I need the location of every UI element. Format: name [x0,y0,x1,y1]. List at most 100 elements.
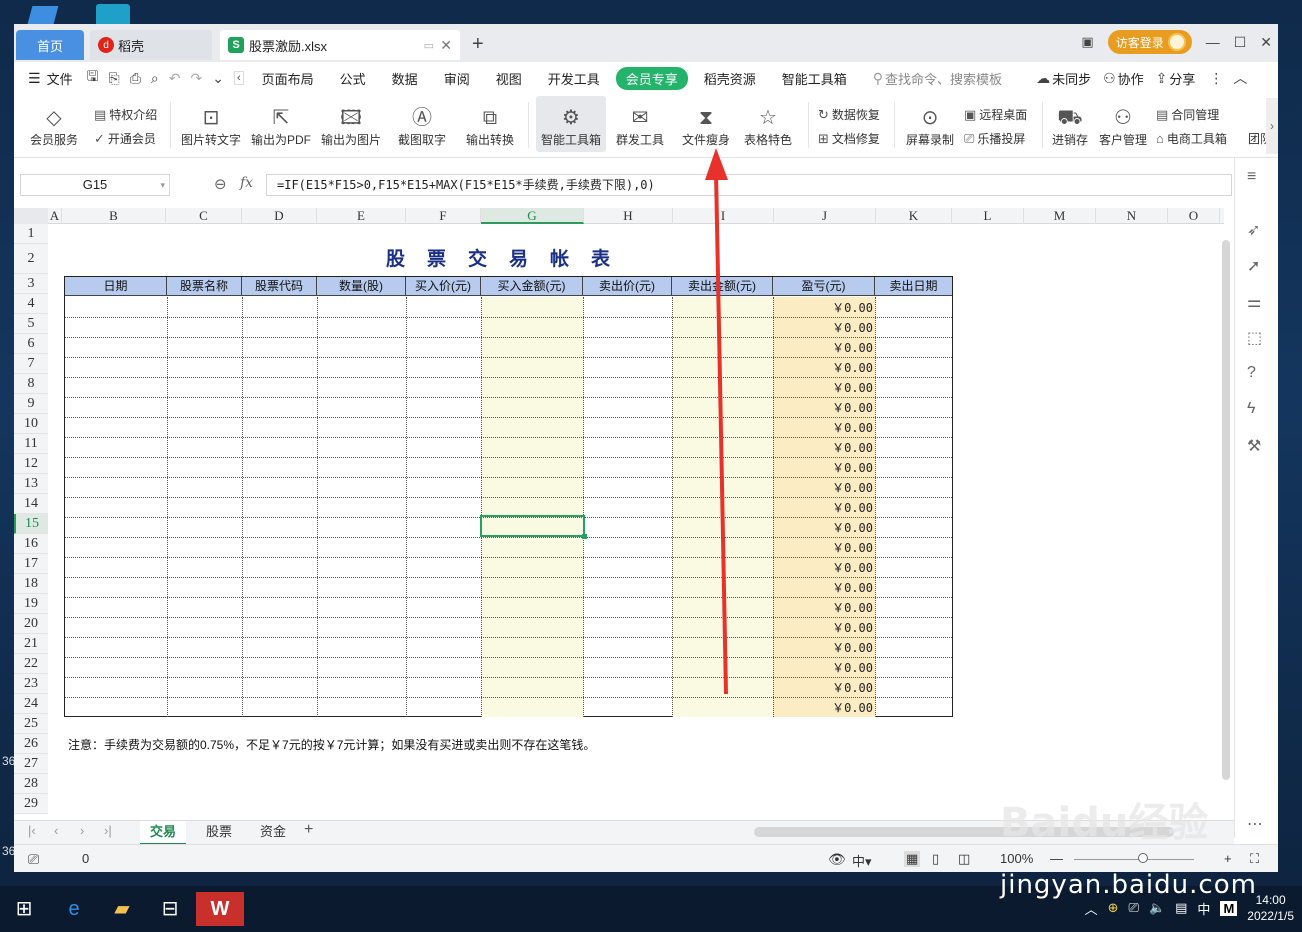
row-label[interactable]: 27 [14,754,48,774]
pnl-cell[interactable]: ￥0.00 [775,599,875,616]
group-send-button[interactable]: ✉ 群发工具 [610,96,670,152]
row-label[interactable]: 26 [14,734,48,754]
desktop-icon-1[interactable] [27,6,59,24]
row-label[interactable]: 8 [14,374,48,394]
ribbon-scroll-right-icon[interactable]: › [1266,98,1278,154]
inventory-button[interactable]: ⛟ 进销存 [1048,96,1092,152]
prev-sheet-icon[interactable]: ‹ [54,823,58,838]
rocket-icon[interactable]: ➶ [1247,220,1260,240]
name-box[interactable]: G15 ▾ [20,174,170,196]
selected-cell[interactable] [480,515,587,539]
select-all-corner[interactable] [14,208,48,224]
edge-icon[interactable]: e [54,892,94,926]
cn-icon[interactable]: 中▾ [852,851,872,870]
ime-mode-icon[interactable]: M [1220,900,1238,916]
redo-icon[interactable]: ↷ [191,70,203,87]
row-label[interactable]: 11 [14,434,48,454]
dropdown-icon[interactable]: ⌄ [212,70,224,87]
store-icon[interactable]: ⊟ [150,892,190,926]
row-label[interactable]: 28 [14,774,48,794]
menu-review[interactable]: 审阅 [444,69,470,88]
pnl-cell[interactable]: ￥0.00 [775,639,875,656]
ime-label[interactable]: 中 [1197,899,1210,918]
zoom-slider[interactable] [1074,859,1194,860]
vertical-scrollbar[interactable] [1220,220,1232,820]
row-label[interactable]: 25 [14,714,48,734]
sync-status[interactable]: 未同步 [1052,69,1091,88]
member-service-button[interactable]: ◇ 会员服务 [24,96,84,152]
pnl-cell[interactable]: ￥0.00 [775,619,875,636]
pnl-cell[interactable]: ￥0.00 [775,499,875,516]
row-label[interactable]: 4 [14,294,48,314]
zoom-level[interactable]: 100% [1000,851,1033,866]
command-search-input[interactable]: 查找命令、搜索模板 [885,69,1002,88]
column-label[interactable]: C [166,208,242,224]
doc-repair-button[interactable]: ⊞ 文档修复 [818,130,880,147]
pnl-cell[interactable]: ￥0.00 [775,699,875,716]
lightning-icon[interactable]: ϟ [1247,400,1255,418]
column-label[interactable]: N [1096,208,1168,224]
column-label[interactable]: F [406,208,481,224]
pnl-cell[interactable]: ￥0.00 [775,479,875,496]
pnl-cell[interactable]: ￥0.00 [775,659,875,676]
new-tab-icon[interactable]: + [472,33,484,56]
row-label[interactable]: 5 [14,314,48,334]
collapse-ribbon-icon[interactable]: ︿ [1233,68,1247,88]
normal-view-icon[interactable]: ▦ [904,851,921,867]
layout-icon[interactable]: ▣ [1081,34,1093,50]
pnl-cell[interactable]: ￥0.00 [775,679,875,696]
column-label[interactable]: L [952,208,1024,224]
fullscreen-icon[interactable]: ⛶ [1250,851,1259,867]
tray-up-icon[interactable]: ︿ [1085,899,1098,918]
close-window-icon[interactable]: ✕ [1260,34,1272,51]
column-label[interactable]: I [673,208,774,224]
column-label[interactable]: G [481,208,584,224]
to-pdf-button[interactable]: ⇱ 输出为PDF [250,96,312,152]
row-label[interactable]: 2 [14,244,48,274]
formula-input[interactable]: =IF(E15*F15>0,F15*E15+MAX(F15*E15*手续费,手续… [266,174,1232,196]
row-label[interactable]: 24 [14,694,48,714]
volume-icon[interactable]: 🔈 [1149,900,1165,916]
row-label[interactable]: 23 [14,674,48,694]
desktop-icon-2[interactable] [96,4,130,26]
pnl-cell[interactable]: ￥0.00 [775,299,875,316]
close-tab-icon[interactable]: ✕ [440,37,452,54]
zoom-in-icon[interactable]: + [1224,851,1232,866]
menu-file[interactable]: 文件 [47,69,73,88]
row-label[interactable]: 3 [14,274,48,294]
row-label[interactable]: 21 [14,634,48,654]
menu-view[interactable]: 视图 [496,69,522,88]
row-label[interactable]: 29 [14,794,48,814]
zoom-slider-thumb[interactable] [1138,853,1148,863]
row-label[interactable]: 6 [14,334,48,354]
crm-button[interactable]: ⚇ 客户管理 [1096,96,1150,152]
column-label[interactable]: B [62,208,166,224]
pnl-cell[interactable]: ￥0.00 [775,539,875,556]
save-icon[interactable]: 🖫 [87,66,99,90]
file-slim-button[interactable]: ⧗ 文件瘦身 [678,96,734,152]
share-button[interactable]: 分享 [1169,69,1195,88]
chevron-down-icon[interactable]: ▾ [160,175,165,195]
column-label[interactable]: D [242,208,317,224]
collab-button[interactable]: 协作 [1118,69,1144,88]
pnl-cell[interactable]: ￥0.00 [775,419,875,436]
column-label[interactable]: O [1168,208,1220,224]
page-break-icon[interactable]: ◫ [958,851,970,867]
scroll-left-icon[interactable]: ‹ [233,71,244,85]
cursor-icon[interactable]: ➚ [1247,256,1260,276]
screen-record-button[interactable]: ⊙ 屏幕录制 [902,96,958,152]
pnl-cell[interactable]: ￥0.00 [775,379,875,396]
sheet-tab-trade[interactable]: 交易 [140,821,187,845]
menu-page-layout[interactable]: 页面布局 [262,69,314,88]
row-label[interactable]: 7 [14,354,48,374]
column-label[interactable]: J [774,208,876,224]
row-label[interactable]: 1 [14,224,48,244]
eye-icon[interactable]: 👁 [828,851,846,868]
privilege-button[interactable]: ▤ 特权介绍 [94,106,157,123]
menu-lines-icon[interactable]: ≡ [1247,168,1256,186]
notification-icon[interactable]: ▤ [1175,900,1187,916]
hamburger-icon[interactable]: ☰ [28,70,41,87]
add-sheet-icon[interactable]: + [304,821,313,839]
network-icon[interactable]: ⎚ [1129,900,1139,916]
row-label[interactable]: 20 [14,614,48,634]
